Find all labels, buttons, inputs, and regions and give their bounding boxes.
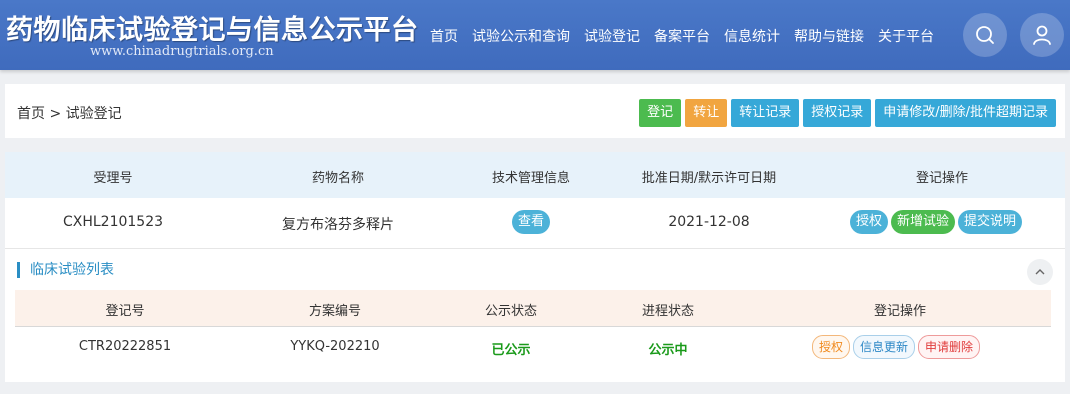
- add-trial-button[interactable]: 新增试验: [891, 210, 956, 234]
- collapse-button[interactable]: [1027, 259, 1053, 285]
- row-ops: 授权 新增试验 提交说明: [850, 210, 1023, 234]
- nav-home[interactable]: 首页: [430, 26, 458, 46]
- transfer-record-button[interactable]: 转让记录: [731, 99, 800, 127]
- accept-no: CXHL2101523: [62, 214, 164, 230]
- nav-trial-query[interactable]: 试验公示和查询: [472, 26, 570, 46]
- nav-filing-platform[interactable]: 备案平台: [654, 26, 710, 46]
- nav-statistics[interactable]: 信息统计: [724, 26, 780, 46]
- table-row: CTR20222851 YYKQ-202210 已公示 公示中 授权 信息更新 …: [15, 327, 1051, 367]
- search-icon: [976, 26, 994, 44]
- modify-record-button[interactable]: 申请修改/删除/批件超期记录: [875, 99, 1056, 127]
- site-title[interactable]: 药物临床试验登记与信息公示平台: [6, 8, 419, 47]
- action-toolbar: 登记 转让 转让记录 授权记录 申请修改/删除/批件超期记录: [639, 99, 1056, 127]
- trial-ops: 授权 信息更新 申请删除: [812, 335, 981, 359]
- site-url: www.chinadrugtrials.org.cn: [90, 44, 274, 59]
- nav-trial-register[interactable]: 试验登记: [584, 26, 640, 46]
- info-update-button[interactable]: 信息更新: [853, 335, 916, 359]
- table-row: CXHL2101523 复方布洛芬多释片 查看 2021-12-08 授权 新增…: [5, 198, 1065, 249]
- approval-date: 2021-12-08: [668, 214, 750, 230]
- progress-status: 公示中: [648, 343, 688, 358]
- trial-authorize-button[interactable]: 授权: [812, 335, 851, 359]
- protocol-no: YYKQ-202210: [290, 339, 380, 354]
- header-progress-status: 进程状态: [641, 304, 695, 319]
- header-trial-ops: 登记操作: [873, 304, 927, 319]
- nav-about[interactable]: 关于平台: [878, 26, 934, 46]
- transfer-button[interactable]: 转让: [685, 99, 728, 127]
- chevron-up-icon: [1035, 269, 1045, 275]
- main-nav: 首页 试验公示和查询 试验登记 备案平台 信息统计 帮助与链接 关于平台: [430, 26, 934, 46]
- header-protocol-no: 方案编号: [308, 304, 362, 319]
- drug-panel: 受理号 药物名称 技术管理信息 批准日期/默示许可日期 登记操作 CXHL210…: [5, 152, 1065, 382]
- drug-name: 复方布洛芬多释片: [282, 217, 394, 233]
- publish-status: 已公示: [491, 343, 531, 358]
- trial-list-title: 临床试验列表: [17, 262, 114, 278]
- header-approval-date: 批准日期/默示许可日期: [641, 171, 777, 186]
- top-header: 药物临床试验登记与信息公示平台 www.chinadrugtrials.org.…: [0, 0, 1070, 70]
- submit-note-button[interactable]: 提交说明: [958, 210, 1023, 234]
- user-button[interactable]: [1020, 13, 1064, 57]
- breadcrumb-current: 试验登记: [65, 106, 122, 122]
- reg-no[interactable]: CTR20222851: [79, 339, 171, 354]
- trial-table-header: 登记号 方案编号 公示状态 进程状态 登记操作: [15, 290, 1051, 327]
- header-drug-name: 药物名称: [311, 171, 365, 186]
- request-delete-button[interactable]: 申请删除: [918, 335, 981, 359]
- header-tech-info: 技术管理信息: [491, 171, 571, 186]
- view-button[interactable]: 查看: [511, 210, 551, 234]
- authorize-record-button[interactable]: 授权记录: [803, 99, 872, 127]
- register-button[interactable]: 登记: [639, 99, 682, 127]
- drug-table-header: 受理号 药物名称 技术管理信息 批准日期/默示许可日期 登记操作: [5, 152, 1065, 198]
- breadcrumb-bar: 首页 > 试验登记 登记 转让 转让记录 授权记录 申请修改/删除/批件超期记录: [5, 84, 1065, 138]
- breadcrumb-separator: >: [49, 106, 62, 122]
- view-cell: 查看: [511, 210, 551, 234]
- header-reg-no: 登记号: [105, 304, 145, 319]
- breadcrumb: 首页 > 试验登记: [17, 103, 122, 123]
- header-accept-no: 受理号: [93, 171, 133, 186]
- header-register-ops: 登记操作: [915, 171, 969, 186]
- breadcrumb-home[interactable]: 首页: [17, 106, 45, 122]
- header-publish-status: 公示状态: [484, 304, 538, 319]
- search-button[interactable]: [963, 13, 1007, 57]
- authorize-button[interactable]: 授权: [850, 210, 889, 234]
- user-icon: [1033, 25, 1051, 45]
- nav-help-links[interactable]: 帮助与链接: [794, 26, 864, 46]
